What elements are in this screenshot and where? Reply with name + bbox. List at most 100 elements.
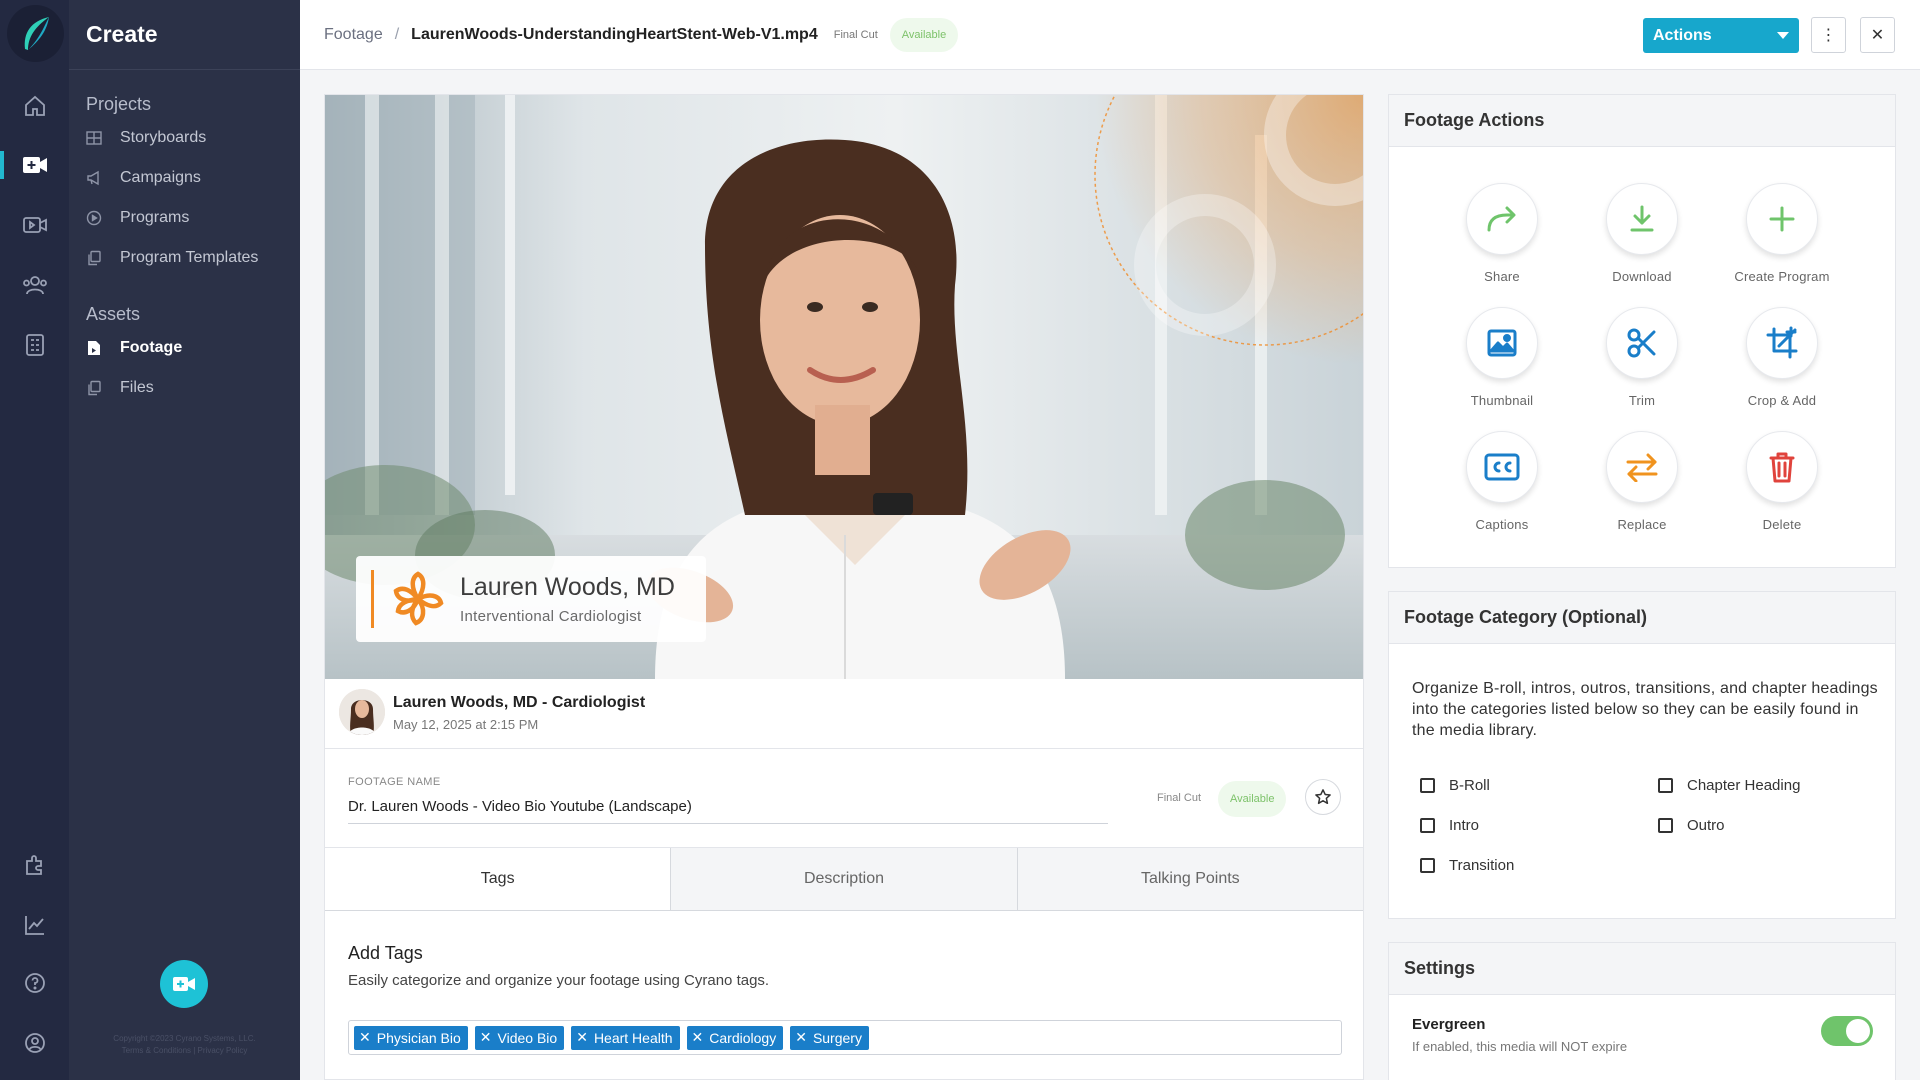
crop-add-action[interactable]: Crop & Add — [1712, 307, 1852, 408]
crop-add-icon[interactable] — [1746, 307, 1818, 379]
checkbox-label: Chapter Heading — [1687, 777, 1801, 794]
kebab-icon: ⋮ — [1820, 27, 1837, 44]
footage-category-description: Organize B-roll, intros, outros, transit… — [1412, 680, 1878, 739]
sidebar-item-storyboards[interactable]: Storyboards — [69, 118, 300, 158]
breadcrumb: Footage / LaurenWoods-UnderstandingHeart… — [324, 0, 959, 70]
library-icon[interactable] — [0, 325, 69, 365]
sidebar-item-label: Programs — [120, 209, 190, 226]
category-checkbox-transition[interactable]: Transition — [1420, 857, 1514, 874]
lower-third-role: Interventional Cardiologist — [460, 608, 642, 625]
actions-dropdown-button[interactable]: Actions — [1643, 18, 1799, 53]
image-icon[interactable] — [1466, 307, 1538, 379]
sidebar-item-files[interactable]: Files — [69, 368, 300, 408]
tag-label: Video Bio — [497, 1029, 558, 1046]
thumbnail-action[interactable]: Thumbnail — [1432, 307, 1572, 408]
tags-input[interactable]: ✕ Physician Bio ✕ Video Bio ✕ Heart Health … — [348, 1020, 1342, 1055]
add-tags-heading: Add Tags — [348, 943, 423, 963]
sidebar-header: Create — [69, 0, 300, 70]
scissors-icon[interactable] — [1606, 307, 1678, 379]
breadcrumb-footage-link[interactable]: Footage — [324, 26, 383, 44]
tab-talking-points[interactable]: Talking Points — [1016, 848, 1363, 910]
legal-links[interactable]: Terms & Conditions | Privacy Policy — [69, 1045, 300, 1057]
remove-tag-icon[interactable]: ✕ — [795, 1029, 807, 1046]
video-preview[interactable]: Lauren Woods, MD Interventional Cardiolo… — [325, 95, 1363, 679]
trim-action[interactable]: Trim — [1572, 307, 1712, 408]
plus-icon[interactable] — [1746, 183, 1818, 255]
checkbox-label: Outro — [1687, 817, 1725, 834]
create-program-action[interactable]: Create Program — [1712, 183, 1852, 284]
sidebar-item-footage[interactable]: Footage — [69, 328, 300, 368]
sidebar-item-label: Campaigns — [120, 169, 201, 186]
trash-icon[interactable] — [1746, 431, 1818, 503]
account-icon[interactable] — [0, 1023, 69, 1063]
grid-icon — [86, 130, 102, 146]
checkbox-icon[interactable] — [1420, 778, 1435, 793]
more-options-button[interactable]: ⋮ — [1811, 17, 1846, 53]
help-icon[interactable] — [0, 963, 69, 1003]
close-button[interactable]: ✕ — [1860, 17, 1895, 53]
remove-tag-icon[interactable]: ✕ — [576, 1029, 588, 1046]
remove-tag-icon[interactable]: ✕ — [692, 1029, 704, 1046]
close-icon: ✕ — [1870, 27, 1885, 44]
play-circle-icon — [86, 210, 102, 226]
sidebar-item-programs[interactable]: Programs — [69, 198, 300, 238]
category-checkbox-b-roll[interactable]: B-Roll — [1420, 777, 1490, 794]
analytics-icon[interactable] — [0, 905, 69, 945]
media-icon[interactable] — [0, 205, 69, 245]
share-icon[interactable] — [1466, 183, 1538, 255]
tag-chip[interactable]: ✕ Physician Bio — [354, 1025, 468, 1050]
checkbox-icon[interactable] — [1420, 858, 1435, 873]
tag-label: Physician Bio — [376, 1029, 461, 1046]
tag-label: Heart Health — [593, 1029, 673, 1046]
create-video-icon[interactable] — [0, 145, 69, 185]
delete-label: Delete — [1762, 517, 1802, 532]
owner-date: May 12, 2025 at 2:15 PM — [393, 717, 539, 732]
group-assets-label: Assets — [86, 304, 141, 324]
tab-description[interactable]: Description — [670, 848, 1017, 910]
footage-name-input[interactable]: Dr. Lauren Woods - Video Bio Youtube (La… — [348, 794, 1108, 824]
users-icon[interactable] — [0, 265, 69, 305]
captions-action[interactable]: Captions — [1432, 431, 1572, 532]
favorite-button[interactable] — [1305, 779, 1341, 815]
sidebar-item-campaigns[interactable]: Campaigns — [69, 158, 300, 198]
download-action[interactable]: Download — [1572, 183, 1712, 284]
category-checkbox-intro[interactable]: Intro — [1420, 817, 1479, 834]
settings-title: Settings — [1389, 943, 1895, 995]
stage-label: Final Cut — [1157, 792, 1202, 804]
category-checkbox-chapter-heading[interactable]: Chapter Heading — [1658, 777, 1800, 794]
name-lower-third: Lauren Woods, MD Interventional Cardiolo… — [356, 556, 706, 642]
checkbox-label: Intro — [1449, 817, 1480, 834]
tab-tags[interactable]: Tags — [325, 848, 671, 910]
status-badge: Available — [1218, 781, 1287, 817]
share-action[interactable]: Share — [1432, 183, 1572, 284]
app-logo-icon[interactable] — [7, 5, 64, 62]
replace-icon[interactable] — [1606, 431, 1678, 503]
download-icon[interactable] — [1606, 183, 1678, 255]
integrations-icon[interactable] — [0, 845, 69, 885]
remove-tag-icon[interactable]: ✕ — [480, 1029, 492, 1046]
checkbox-icon[interactable] — [1658, 778, 1673, 793]
trim-label: Trim — [1628, 393, 1656, 408]
tag-chip[interactable]: ✕ Heart Health — [571, 1025, 680, 1050]
footage-actions-panel: Footage Actions Share Download Create Pr… — [1388, 94, 1896, 568]
remove-tag-icon[interactable]: ✕ — [359, 1029, 371, 1046]
home-icon[interactable] — [0, 86, 69, 126]
tag-chip[interactable]: ✕ Video Bio — [474, 1025, 565, 1050]
evergreen-toggle[interactable] — [1821, 1016, 1873, 1046]
footage-detail-card: Lauren Woods, MD Interventional Cardiolo… — [324, 94, 1364, 1080]
record-button[interactable] — [160, 960, 208, 1008]
replace-action[interactable]: Replace — [1572, 431, 1712, 532]
captions-icon[interactable] — [1466, 431, 1538, 503]
evergreen-description: If enabled, this media will NOT expire — [1412, 1039, 1628, 1054]
thumbnail-label: Thumbnail — [1470, 393, 1534, 408]
tag-chip[interactable]: ✕ Cardiology — [686, 1025, 784, 1050]
caret-down-icon — [1777, 32, 1789, 39]
category-checkbox-outro[interactable]: Outro — [1658, 817, 1725, 834]
checkbox-icon[interactable] — [1658, 818, 1673, 833]
delete-action[interactable]: Delete — [1712, 431, 1852, 532]
sidebar-item-program-templates[interactable]: Program Templates — [69, 238, 300, 278]
tag-chip[interactable]: ✕ Surgery — [790, 1025, 869, 1050]
lower-third-name: Lauren Woods, MD — [460, 573, 675, 601]
sidebar-item-label: Storyboards — [120, 129, 207, 146]
checkbox-icon[interactable] — [1420, 818, 1435, 833]
